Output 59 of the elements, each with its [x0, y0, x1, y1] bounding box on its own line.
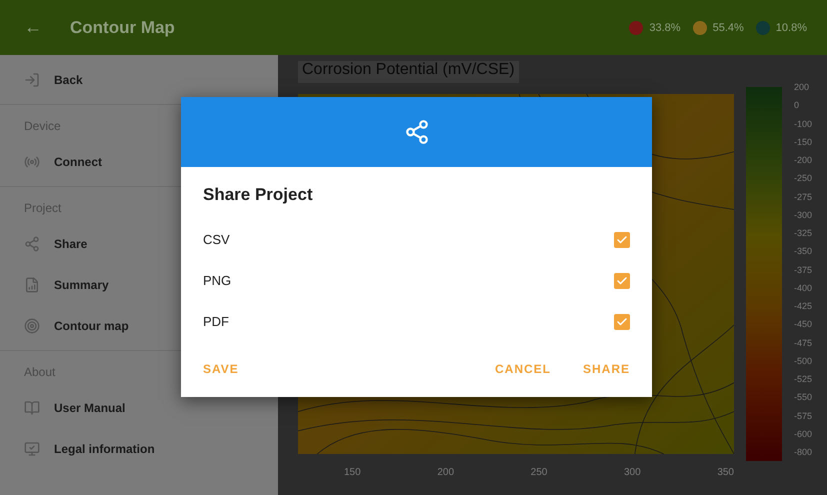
colorbar-label: -350 — [794, 247, 812, 256]
colorbar-label: -600 — [794, 430, 812, 439]
axis-tick-label: 200 — [437, 467, 454, 478]
colorbar-label: -425 — [794, 302, 812, 311]
checkbox[interactable] — [614, 272, 630, 288]
option-label: PDF — [203, 314, 229, 329]
colorbar-label: -475 — [794, 338, 812, 348]
colorbar-label: -400 — [794, 284, 812, 293]
option-label: CSV — [203, 232, 230, 247]
share-icon — [404, 119, 430, 145]
exit-icon — [24, 72, 40, 88]
drawer-item[interactable]: Connect — [24, 141, 102, 182]
colorbar-label: -325 — [794, 229, 812, 238]
colorbar-label: -100 — [794, 120, 812, 128]
axis-tick-label: 150 — [344, 467, 361, 478]
legend-value: 10.8% — [776, 22, 807, 34]
share-icon — [24, 236, 40, 252]
checkmark-icon — [616, 316, 628, 328]
legend-value: 55.4% — [712, 22, 744, 34]
colorbar-label: -450 — [794, 320, 812, 330]
colorbar-label: -800 — [794, 448, 812, 457]
drawer-item[interactable]: Summary — [24, 264, 109, 305]
colorbar-label: -500 — [794, 356, 812, 366]
document-chart-icon — [24, 276, 40, 292]
concentric-circles-icon — [24, 318, 40, 334]
back-button[interactable]: ← — [24, 17, 42, 38]
drawer-item[interactable]: User Manual — [24, 387, 126, 428]
dialog-button[interactable]: SHARE — [572, 356, 640, 382]
colorbar-label: -200 — [794, 156, 812, 165]
checkmark-icon — [616, 274, 628, 286]
option-label: PNG — [203, 273, 232, 288]
dialog-button[interactable]: CANCEL — [484, 356, 561, 382]
colorbar-label: -550 — [794, 393, 812, 402]
colorbar-label: -150 — [794, 138, 812, 147]
app-title: Contour Map — [70, 18, 176, 38]
legend-value: 33.8% — [649, 22, 681, 34]
colorbar-label: -300 — [794, 210, 812, 220]
drawer-item[interactable]: Share — [24, 223, 88, 264]
radio-waves-icon — [24, 154, 40, 170]
book-icon — [24, 400, 40, 416]
drawer-item[interactable]: Contour map — [24, 305, 129, 346]
monitor-icon — [24, 440, 40, 456]
axis-tick-label: 300 — [624, 467, 641, 478]
dialog-button[interactable]: SAVE — [193, 356, 249, 382]
colorbar-label: -250 — [794, 174, 812, 184]
colorbar-label: -525 — [794, 375, 812, 384]
colorbar-label: 200 — [794, 83, 810, 92]
checkbox[interactable] — [614, 232, 630, 248]
axis-tick-label: 250 — [530, 467, 548, 478]
checkmark-icon — [616, 234, 628, 246]
checkbox[interactable] — [614, 314, 630, 330]
drawer-item[interactable]: Legal information — [24, 428, 155, 469]
colorbar-label: -575 — [794, 412, 812, 420]
dialog-title: Share Project — [202, 184, 314, 206]
colorbar-label: -275 — [794, 192, 812, 202]
colorbar-label: 0 — [794, 101, 800, 110]
colorbar-label: -375 — [794, 266, 812, 274]
drawer-item[interactable]: Back — [24, 59, 83, 100]
axis-tick-label: 350 — [717, 467, 734, 478]
